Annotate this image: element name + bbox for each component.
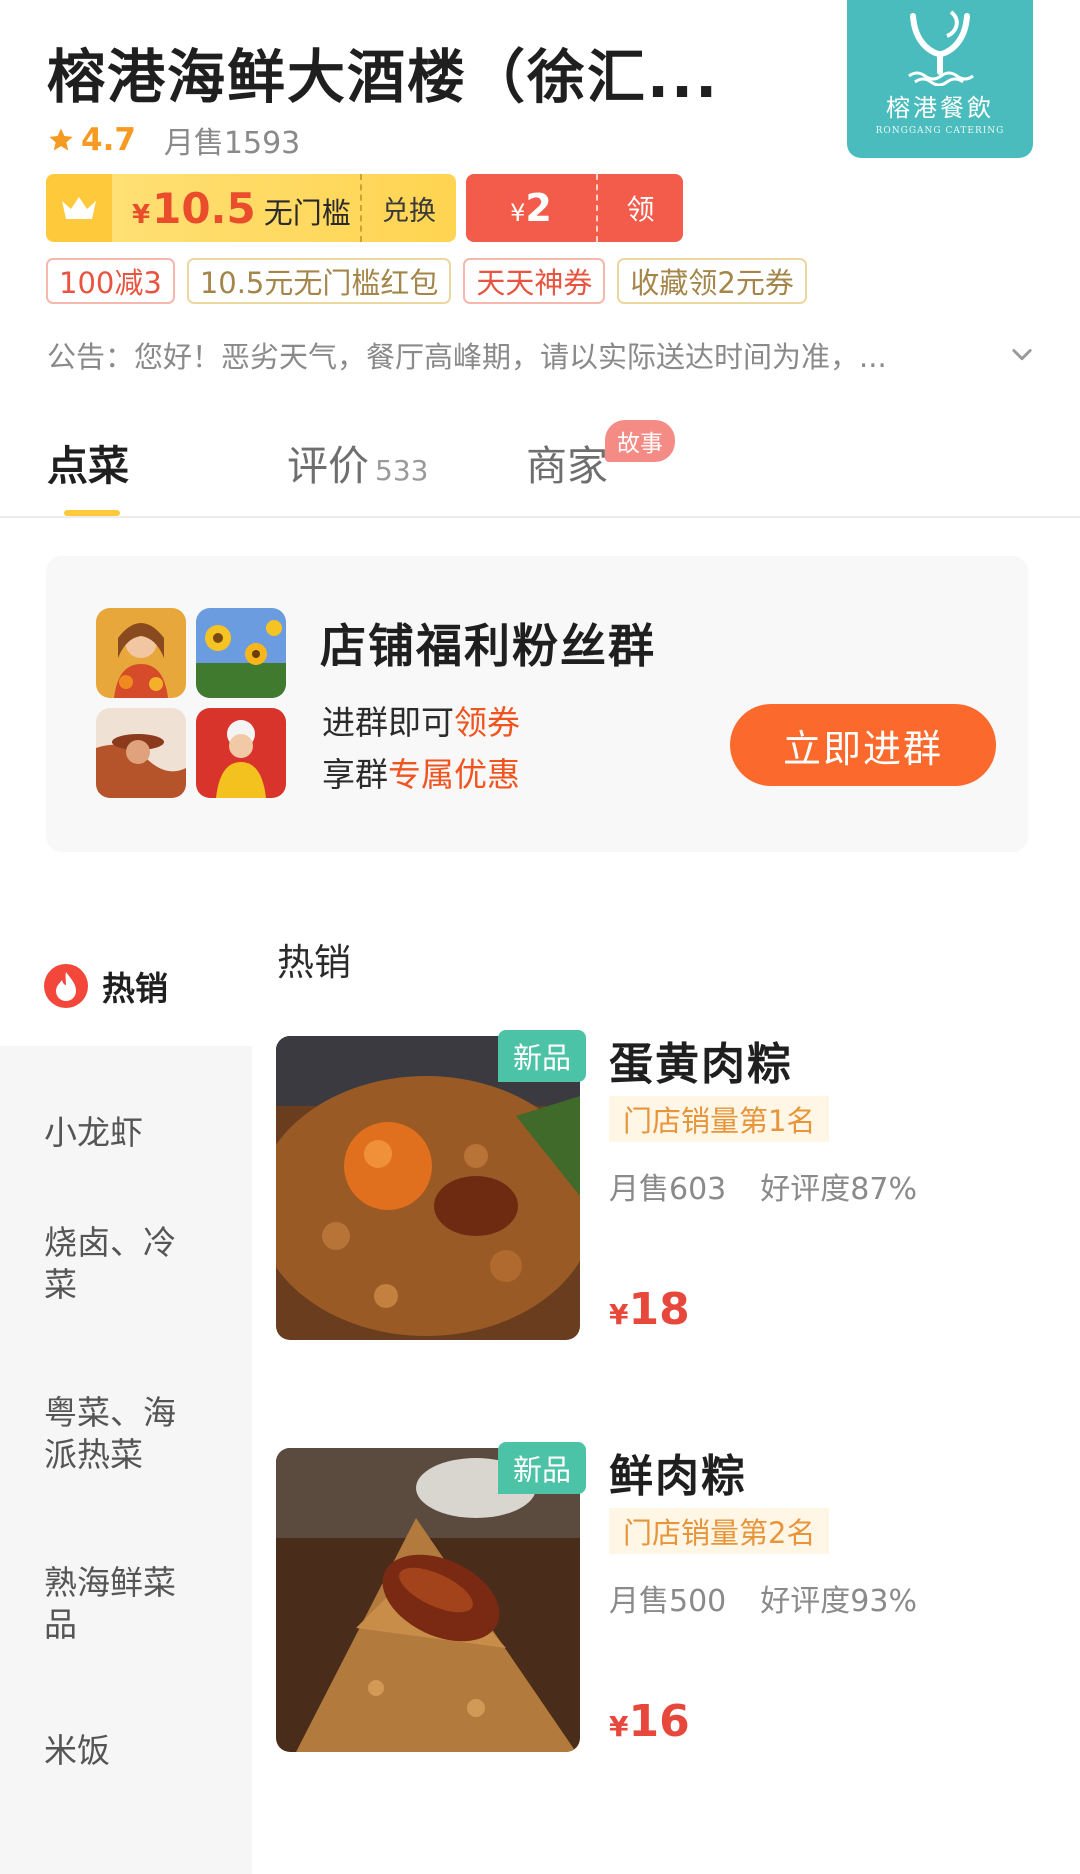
promo-tag[interactable]: 收藏领2元券: [617, 258, 807, 304]
store-tabs: 点菜 评价 533 商家 故事: [0, 420, 1080, 518]
fire-icon: [44, 964, 88, 1008]
product-card[interactable]: 新品 鲜肉粽 门店销量第2名 月售500 好评度93% ¥16: [276, 1442, 1036, 1752]
product-stats: 月售500 好评度93%: [609, 1576, 917, 1620]
join-group-button[interactable]: 立即进群: [730, 704, 996, 786]
store-monthly-sales: 月售1593: [163, 126, 301, 161]
sales-rank-badge: 门店销量第1名: [609, 1096, 830, 1142]
store-name: 榕港海鲜大酒楼（徐汇...: [47, 43, 720, 111]
coupon-condition: 无门槛: [263, 196, 351, 230]
promo-tag[interactable]: 天天神券: [463, 258, 606, 304]
store-logo: 榕港餐飲 RONGGANG CATERING: [847, 0, 1033, 158]
tab-label: 点菜: [47, 442, 129, 490]
product-card[interactable]: 新品 蛋黄肉粽 门店销量第1名 月售603 好评度87% ¥18: [276, 1030, 1036, 1340]
avatar: [96, 608, 186, 698]
promo-tags: 100减3 10.5元无门槛红包 天天神券 收藏领2元券: [46, 258, 807, 304]
tab-merchant[interactable]: 商家: [526, 432, 608, 492]
product-price: ¥18: [609, 1284, 690, 1335]
fan-group-line-2: 享群专属优惠: [322, 748, 520, 796]
sidebar-item-hot[interactable]: 热销: [0, 926, 252, 1046]
logo-subtext: RONGGANG CATERING: [875, 126, 1005, 136]
line-highlight: 专属优惠: [388, 755, 520, 794]
line-text: 进群即可: [322, 703, 454, 742]
positive-rating: 好评度93%: [760, 1584, 917, 1619]
sidebar-item-seafood[interactable]: 熟海鲜菜品: [44, 1562, 204, 1646]
sidebar-item-cantonese[interactable]: 粤菜、海派热菜: [44, 1392, 204, 1476]
avatar: [196, 608, 286, 698]
review-count: 533: [375, 454, 429, 487]
store-rating-row: 4.7 月售1593: [47, 118, 300, 162]
sales-rank-badge: 门店销量第2名: [609, 1508, 830, 1554]
red-coupon[interactable]: ¥ 2 领: [466, 174, 683, 242]
star-icon: [49, 128, 73, 151]
crown-icon: [46, 174, 112, 242]
logo-emblem-icon: [908, 10, 974, 86]
sidebar-item-rice[interactable]: 米饭: [44, 1730, 204, 1772]
red-coupon-currency: ¥: [510, 199, 526, 227]
sidebar-item-crayfish[interactable]: 小龙虾: [44, 1112, 204, 1154]
group-avatars: [96, 608, 286, 798]
avatar: [196, 708, 286, 798]
price-currency: ¥: [609, 1710, 629, 1743]
section-title: 热销: [277, 941, 351, 984]
fan-group-title: 店铺福利粉丝群: [320, 619, 656, 673]
tab-label: 商家: [526, 442, 608, 490]
product-name: 鲜肉粽: [609, 1451, 747, 1502]
sidebar-item-label: 热销: [102, 969, 168, 1008]
coupon-exchange-button[interactable]: 兑换: [360, 174, 456, 242]
line-text: 享群: [322, 755, 388, 794]
price-currency: ¥: [609, 1298, 629, 1331]
price-value: 18: [628, 1284, 690, 1335]
monthly-sales: 月售603: [609, 1172, 727, 1207]
promo-tag[interactable]: 100减3: [46, 258, 175, 304]
sidebar-item-braised-cold[interactable]: 烧卤、冷菜: [44, 1222, 204, 1306]
positive-rating: 好评度87%: [760, 1172, 917, 1207]
product-name: 蛋黄肉粽: [609, 1039, 793, 1090]
member-coupon[interactable]: ¥ 10.5 无门槛 兑换: [46, 174, 456, 242]
fan-group-line-1: 进群即可领券: [322, 696, 520, 744]
store-rating: 4.7: [81, 122, 136, 158]
new-badge: 新品: [498, 1442, 586, 1494]
red-coupon-amount: 2: [525, 186, 552, 230]
story-badge: 故事: [605, 420, 675, 462]
promo-tag[interactable]: 10.5元无门槛红包: [186, 258, 452, 304]
category-sidebar: 小龙虾 烧卤、冷菜 粤菜、海派热菜 熟海鲜菜品 米饭: [0, 1046, 252, 1874]
chevron-down-icon[interactable]: [1008, 340, 1036, 368]
price-value: 16: [628, 1696, 690, 1747]
store-notice[interactable]: 公告：您好！恶劣天气，餐厅高峰期，请以实际送达时间为准，...: [47, 334, 997, 376]
avatar: [96, 708, 186, 798]
product-stats: 月售603 好评度87%: [609, 1164, 917, 1208]
tab-order[interactable]: 点菜: [47, 432, 129, 492]
coupon-amount: 10.5: [152, 184, 256, 233]
coupon-currency: ¥: [132, 200, 151, 230]
active-tab-indicator: [64, 510, 120, 516]
logo-text: 榕港餐飲: [886, 94, 994, 122]
new-badge: 新品: [498, 1030, 586, 1082]
fan-group-banner[interactable]: 店铺福利粉丝群 进群即可领券 享群专属优惠 立即进群: [46, 556, 1028, 852]
tab-reviews[interactable]: 评价 533: [287, 432, 428, 492]
tab-label: 评价: [287, 442, 369, 490]
monthly-sales: 月售500: [609, 1584, 727, 1619]
product-price: ¥16: [609, 1696, 690, 1747]
red-coupon-claim-button[interactable]: 领: [596, 174, 683, 242]
line-highlight: 领券: [454, 703, 520, 742]
